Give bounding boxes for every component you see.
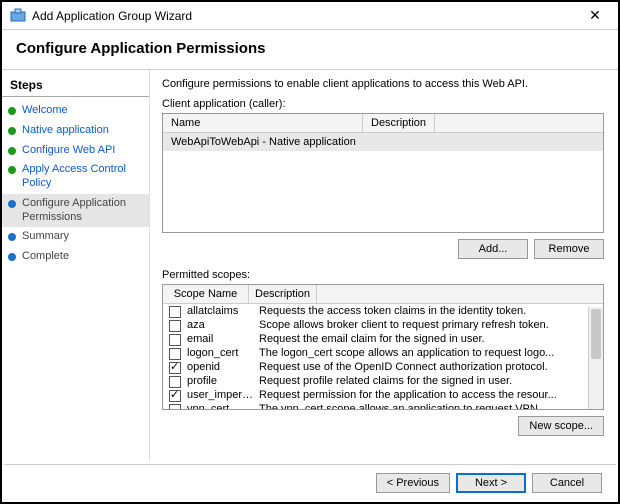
scope-checkbox[interactable]: [169, 348, 181, 360]
scope-desc: Request permission for the application t…: [255, 389, 597, 401]
step-complete: Complete: [2, 247, 149, 267]
step-bullet-icon: [8, 147, 16, 155]
scrollbar[interactable]: [588, 307, 603, 409]
client-app-header: Name Description: [163, 114, 603, 133]
scope-row[interactable]: azaScope allows broker client to request…: [163, 318, 603, 332]
scope-desc: Request the email claim for the signed i…: [255, 333, 597, 345]
col-scope-name[interactable]: Scope Name: [163, 285, 249, 303]
step-label: Complete: [22, 250, 69, 264]
client-app-label: Client application (caller):: [162, 98, 604, 110]
scope-checkbox[interactable]: [169, 306, 181, 318]
scope-checkbox[interactable]: [169, 404, 181, 410]
client-app-list[interactable]: Name Description WebApiToWebApi - Native…: [162, 113, 604, 233]
scope-name: vpn_cert: [187, 403, 255, 410]
scope-desc: Scope allows broker client to request pr…: [255, 319, 597, 331]
cancel-button[interactable]: Cancel: [532, 473, 602, 493]
scope-checkbox[interactable]: [169, 320, 181, 332]
permitted-scopes-label: Permitted scopes:: [162, 269, 604, 281]
scope-checkbox[interactable]: [169, 376, 181, 388]
scope-desc: Request use of the OpenID Connect author…: [255, 361, 597, 373]
steps-sidebar: Steps Welcome Native application Configure…: [2, 70, 150, 462]
scope-row[interactable]: user_imperso...Request permission for th…: [163, 388, 603, 402]
remove-button[interactable]: Remove: [534, 239, 604, 259]
client-app-row[interactable]: WebApiToWebApi - Native application: [163, 133, 603, 151]
scope-name: openid: [187, 361, 255, 373]
new-scope-button[interactable]: New scope...: [518, 416, 604, 436]
step-native-application[interactable]: Native application: [2, 121, 149, 141]
scope-desc: The vpn_cert scope allows an application…: [255, 403, 597, 410]
col-scope-desc[interactable]: Description: [249, 285, 317, 303]
step-label: Summary: [22, 230, 69, 244]
scope-name: allatclaims: [187, 305, 255, 317]
scope-name: profile: [187, 375, 255, 387]
step-label: Welcome: [22, 104, 68, 118]
scope-row[interactable]: allatclaimsRequests the access token cla…: [163, 304, 603, 318]
step-configure-application-permissions: Configure Application Permissions: [2, 194, 149, 228]
scrollbar-thumb[interactable]: [591, 309, 601, 359]
scope-checkbox[interactable]: [169, 334, 181, 346]
scope-row[interactable]: emailRequest the email claim for the sig…: [163, 332, 603, 346]
previous-button[interactable]: < Previous: [376, 473, 450, 493]
scopes-list[interactable]: Scope Name Description allatclaimsReques…: [162, 284, 604, 410]
scope-checkbox[interactable]: [169, 362, 181, 374]
step-bullet-icon: [8, 127, 16, 135]
step-label: Native application: [22, 124, 109, 138]
add-button[interactable]: Add...: [458, 239, 528, 259]
step-configure-web-api[interactable]: Configure Web API: [2, 141, 149, 161]
step-apply-access-control-policy[interactable]: Apply Access Control Policy: [2, 160, 149, 194]
step-label: Apply Access Control Policy: [22, 163, 141, 191]
step-welcome[interactable]: Welcome: [2, 101, 149, 121]
step-bullet-icon: [8, 107, 16, 115]
close-icon[interactable]: ✕: [580, 7, 610, 24]
scope-desc: Requests the access token claims in the …: [255, 305, 597, 317]
scope-row[interactable]: logon_certThe logon_cert scope allows an…: [163, 346, 603, 360]
step-bullet-icon: [8, 166, 16, 174]
step-bullet-icon: [8, 200, 16, 208]
scope-row[interactable]: profileRequest profile related claims fo…: [163, 374, 603, 388]
scope-desc: The logon_cert scope allows an applicati…: [255, 347, 597, 359]
next-button[interactable]: Next >: [456, 473, 526, 493]
step-bullet-icon: [8, 253, 16, 261]
scope-name: logon_cert: [187, 347, 255, 359]
step-label: Configure Web API: [22, 144, 115, 158]
scope-checkbox[interactable]: [169, 390, 181, 402]
scope-name: aza: [187, 319, 255, 331]
wizard-footer: < Previous Next > Cancel: [4, 464, 616, 500]
steps-heading: Steps: [2, 76, 149, 97]
titlebar: Add Application Group Wizard ✕: [2, 2, 618, 30]
instruction-text: Configure permissions to enable client a…: [162, 78, 604, 90]
col-desc[interactable]: Description: [363, 114, 435, 132]
scope-row[interactable]: vpn_certThe vpn_cert scope allows an app…: [163, 402, 603, 410]
step-bullet-icon: [8, 233, 16, 241]
scope-name: user_imperso...: [187, 389, 255, 401]
main-panel: Configure permissions to enable client a…: [150, 70, 618, 462]
scope-name: email: [187, 333, 255, 345]
window-title: Add Application Group Wizard: [32, 9, 580, 23]
app-icon: [10, 8, 26, 24]
page-title: Configure Application Permissions: [2, 30, 618, 70]
step-summary: Summary: [2, 227, 149, 247]
scope-row[interactable]: openidRequest use of the OpenID Connect …: [163, 360, 603, 374]
scope-desc: Request profile related claims for the s…: [255, 375, 597, 387]
scopes-header: Scope Name Description: [163, 285, 603, 304]
col-name[interactable]: Name: [163, 114, 363, 132]
step-label: Configure Application Permissions: [22, 197, 141, 225]
